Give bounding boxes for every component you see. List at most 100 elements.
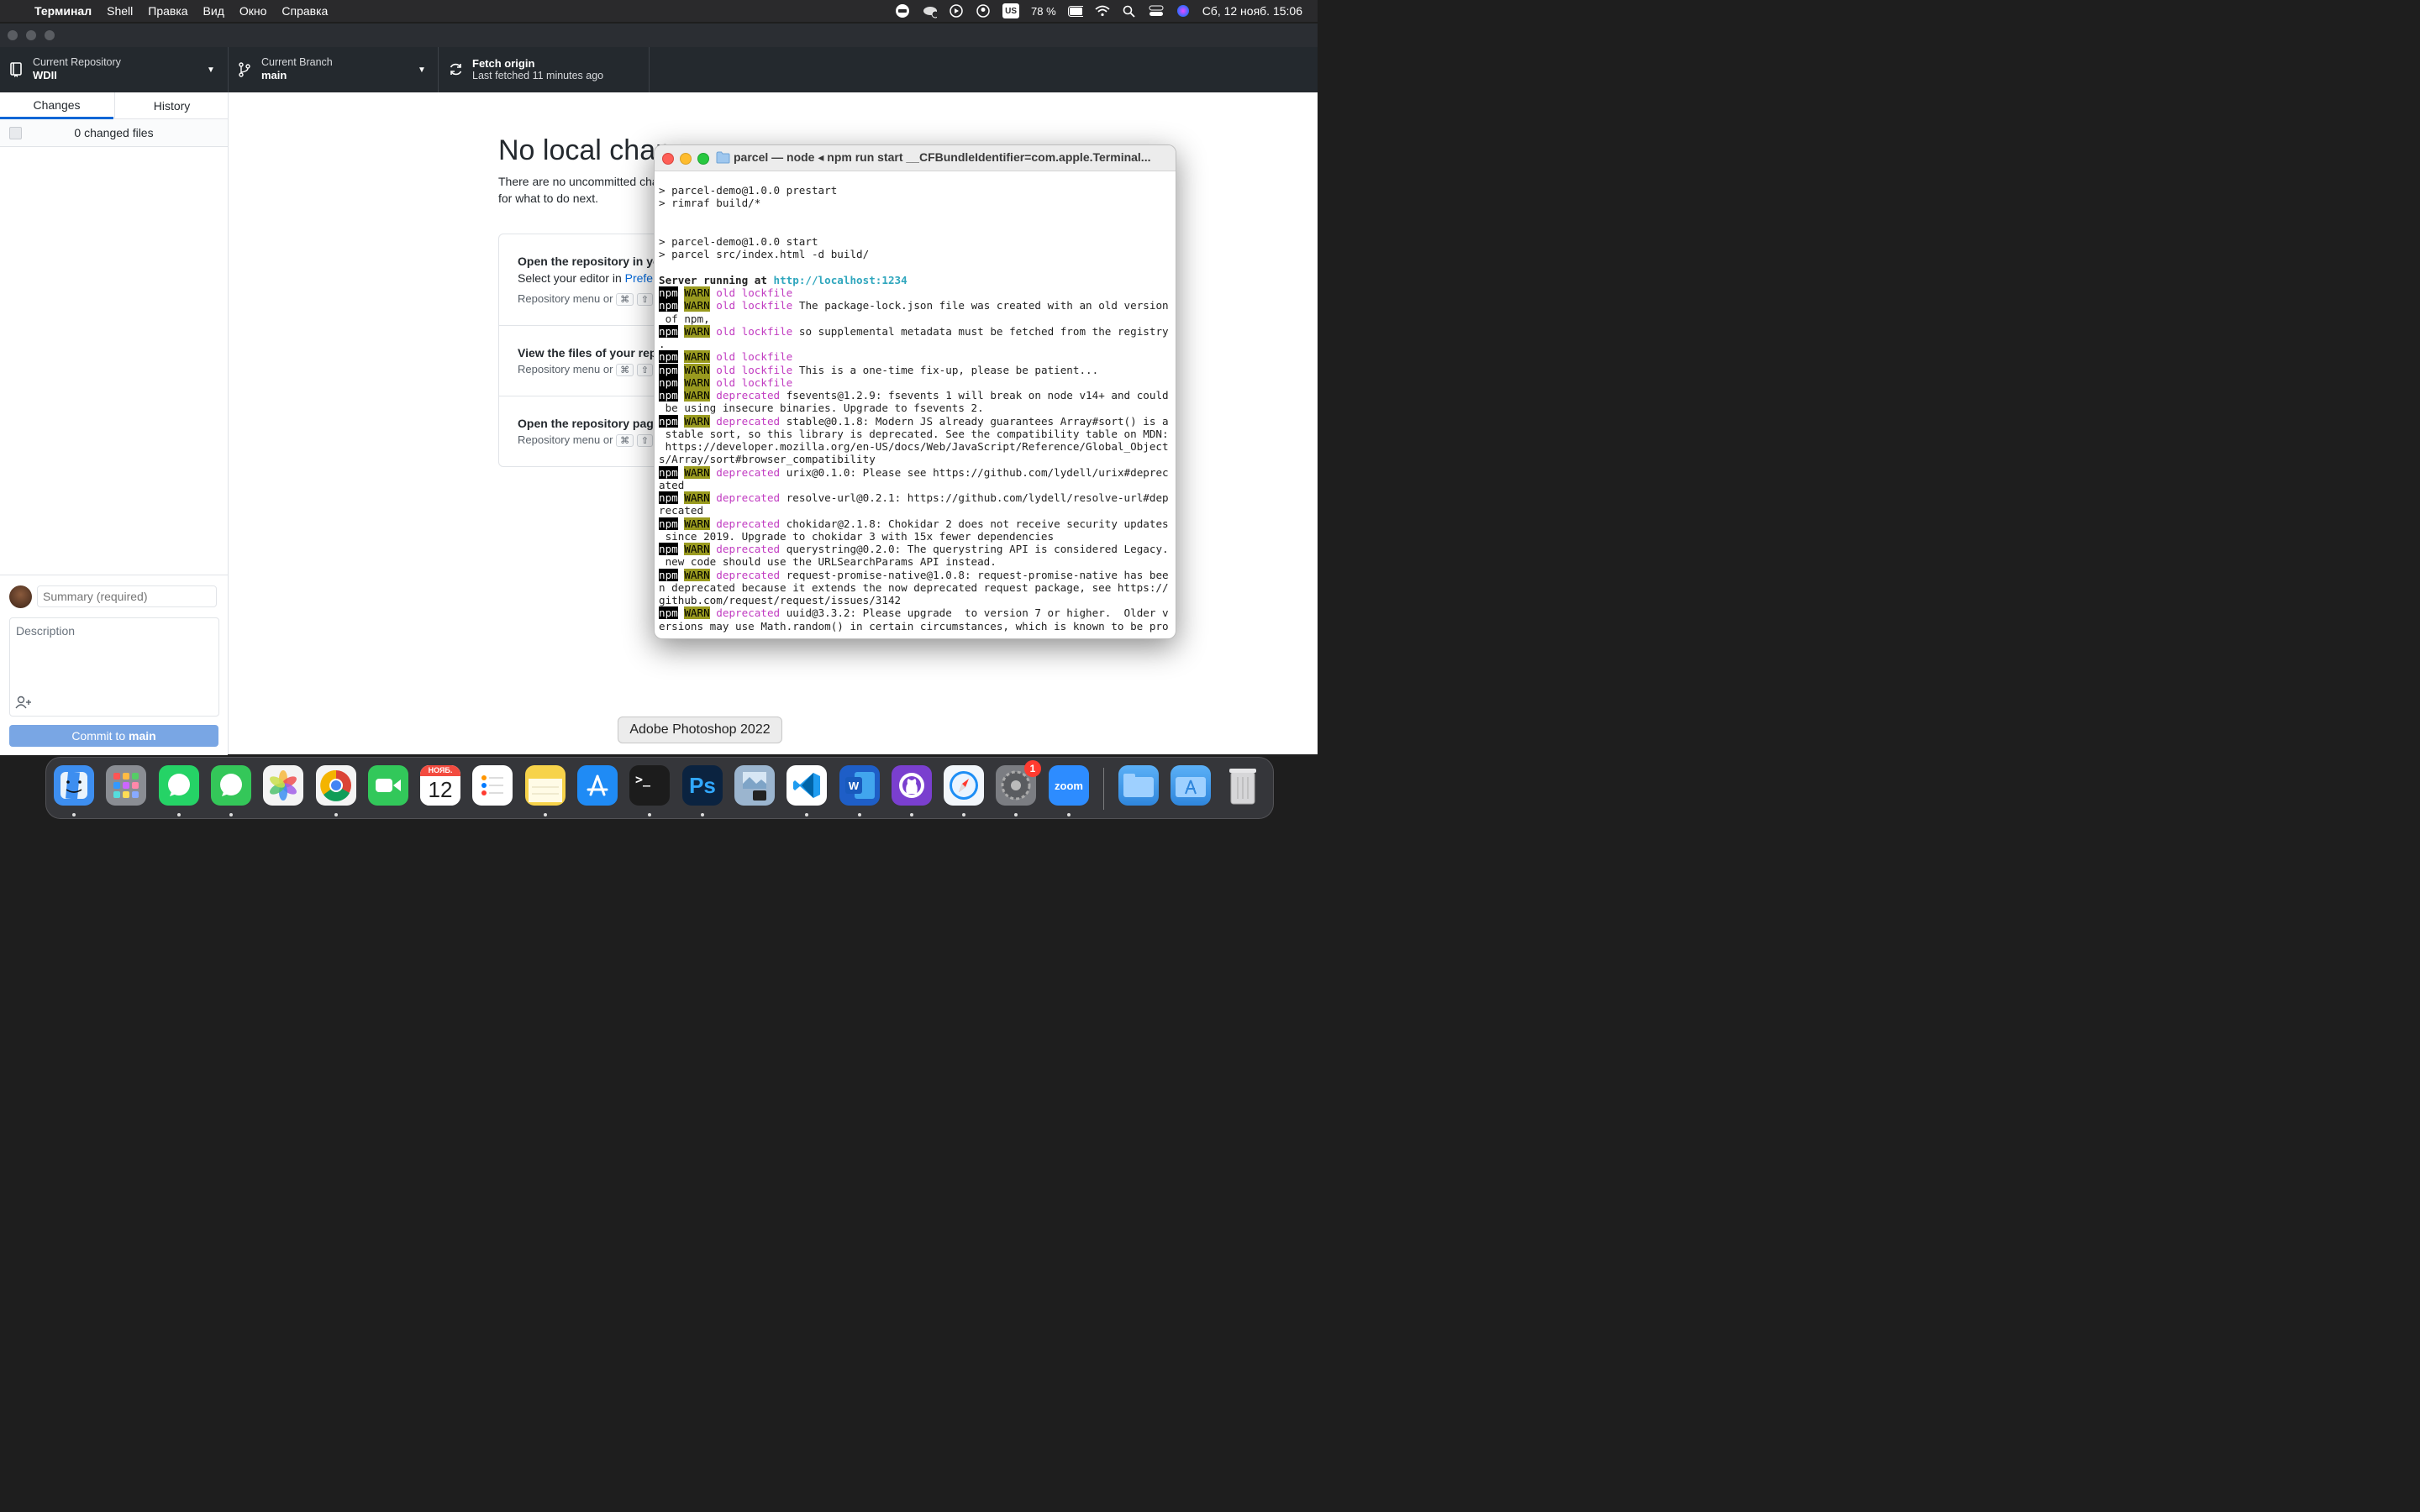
npm-tag: npm [659, 299, 678, 312]
minimize-window-button[interactable] [680, 153, 692, 165]
photoshop-icon[interactable]: Ps [682, 765, 723, 806]
wifi-icon[interactable] [1095, 3, 1110, 18]
finder-icon[interactable] [54, 765, 94, 806]
menu-app-name[interactable]: Терминал [27, 4, 99, 18]
running-indicator [910, 813, 913, 816]
terminal-text: deprecated [716, 465, 781, 479]
terminal-text: so supplemental metadata must be fetched… [792, 324, 1169, 338]
terminal-text: github.com/request/request/issues/3142 [659, 594, 902, 606]
zoom-tray-icon[interactable] [895, 3, 910, 18]
applications-folder-icon[interactable] [1171, 765, 1211, 806]
warn-tag: WARN [684, 517, 710, 530]
control-center-icon[interactable] [1149, 3, 1164, 18]
warn-tag: WARN [684, 350, 710, 364]
zoom-window-button[interactable] [697, 153, 709, 165]
chrome-icon[interactable] [316, 765, 356, 806]
zoom-icon[interactable]: zoom [1049, 765, 1089, 806]
tab-history[interactable]: History [114, 92, 229, 119]
play-icon[interactable] [949, 3, 964, 18]
current-branch-button[interactable]: Current Branch main ▼ [229, 47, 439, 92]
word-icon[interactable]: W [839, 765, 880, 806]
dock-divider [1103, 768, 1104, 810]
keyboard-layout-badge[interactable]: US [1002, 3, 1020, 18]
safari-icon[interactable] [944, 765, 984, 806]
vscode-icon[interactable] [786, 765, 827, 806]
menu-view[interactable]: Вид [196, 4, 232, 18]
warn-tag: WARN [684, 414, 710, 428]
notes-icon[interactable] [525, 765, 566, 806]
open-in-editor-item[interactable]: Open the repository in yo Select your ed… [499, 234, 667, 326]
user-icon[interactable] [976, 3, 991, 18]
trash-icon[interactable] [1223, 765, 1263, 806]
reminders-icon[interactable] [472, 765, 513, 806]
card-title: Open the repository in yo [518, 255, 660, 268]
launchpad-icon[interactable] [106, 765, 146, 806]
repository-name: WDII [33, 69, 57, 81]
description-field[interactable]: Description [9, 617, 219, 717]
npm-tag: npm [659, 324, 678, 338]
close-window-button[interactable] [8, 30, 18, 40]
menu-shell[interactable]: Shell [99, 4, 140, 18]
facetime-icon[interactable] [368, 765, 408, 806]
minimize-window-button[interactable] [26, 30, 36, 40]
terminal-line: > parcel-demo@1.0.0 start [659, 235, 1173, 248]
terminal-window[interactable]: parcel — node ◂ npm run start __CFBundle… [654, 144, 1176, 639]
terminal-text: . [659, 338, 666, 350]
battery-percent: 78 % [1031, 4, 1056, 18]
zoom-window-button[interactable] [45, 30, 55, 40]
npm-tag: npm [659, 375, 678, 389]
terminal-text: deprecated [716, 517, 781, 530]
avatar [9, 585, 32, 608]
running-indicator [177, 813, 181, 816]
spotlight-search-icon[interactable] [1122, 3, 1137, 18]
whatsapp-icon[interactable] [159, 765, 199, 806]
github-desktop-icon[interactable] [892, 765, 932, 806]
terminal-text: http://localhost:1234 [773, 273, 908, 286]
app-store-icon[interactable] [577, 765, 618, 806]
system-preferences-icon[interactable]: 1 [996, 760, 1041, 806]
terminal-line: of npm, [659, 312, 1173, 325]
preview-icon[interactable] [734, 765, 775, 806]
commit-label: Commit to [71, 729, 129, 743]
terminal-text: request-promise-native@1.0.8: request-pr… [780, 568, 1169, 581]
terminal-output[interactable]: > parcel-demo@1.0.0 prestart > rimraf bui… [659, 184, 1173, 633]
battery-icon[interactable] [1067, 3, 1083, 18]
commit-button[interactable]: Commit to main [9, 725, 218, 747]
terminal-text: deprecated [716, 491, 781, 504]
sidebar: Changes History 0 changed files Descript… [0, 92, 229, 755]
siri-icon[interactable] [1176, 3, 1191, 18]
calendar-icon[interactable]: НОЯБ. 12 [420, 765, 460, 806]
menu-help[interactable]: Справка [274, 4, 335, 18]
preferences-link[interactable]: Prefe [625, 271, 653, 285]
shift-key: ⇧ [636, 434, 653, 447]
terminal-icon[interactable]: >_ [629, 765, 670, 806]
photos-icon[interactable] [263, 765, 303, 806]
zoom-label: zoom [1055, 779, 1083, 792]
terminal-line: ersions may use Math.random() in certain… [659, 620, 1173, 633]
fetch-origin-button[interactable]: Fetch origin Last fetched 11 minutes ago [439, 47, 650, 92]
menu-edit[interactable]: Правка [140, 4, 195, 18]
npm-tag: npm [659, 606, 678, 620]
warn-tag: WARN [684, 299, 710, 312]
npm-tag: npm [659, 389, 678, 402]
dock: НОЯБ. 12 >_ Ps W 1 zoom [45, 757, 1274, 819]
tab-changes[interactable]: Changes [0, 92, 113, 119]
running-indicator [334, 813, 338, 816]
messages-icon[interactable] [211, 765, 251, 806]
show-in-finder-item[interactable]: View the files of your repo Repository m… [499, 326, 667, 396]
cloud-sync-icon[interactable] [922, 3, 938, 18]
folder-icon[interactable] [1118, 765, 1159, 806]
card-title: Open the repository page [518, 417, 660, 430]
current-repository-button[interactable]: Current Repository WDII ▼ [0, 47, 229, 92]
close-window-button[interactable] [662, 153, 674, 165]
terminal-text: deprecated [716, 543, 781, 555]
summary-input[interactable] [37, 585, 217, 607]
terminal-line: s/Array/sort#browser_compatibility [659, 453, 1173, 465]
terminal-text: deprecated [716, 389, 781, 402]
chevron-down-icon: ▼ [418, 66, 426, 75]
add-coauthor-icon[interactable] [15, 696, 32, 709]
menu-clock[interactable]: Сб, 12 нояб. 15:06 [1202, 4, 1302, 18]
terminal-titlebar[interactable]: parcel — node ◂ npm run start __CFBundle… [655, 145, 1176, 171]
view-on-github-item[interactable]: Open the repository page Repository menu… [499, 396, 667, 466]
menu-window[interactable]: Окно [232, 4, 275, 18]
